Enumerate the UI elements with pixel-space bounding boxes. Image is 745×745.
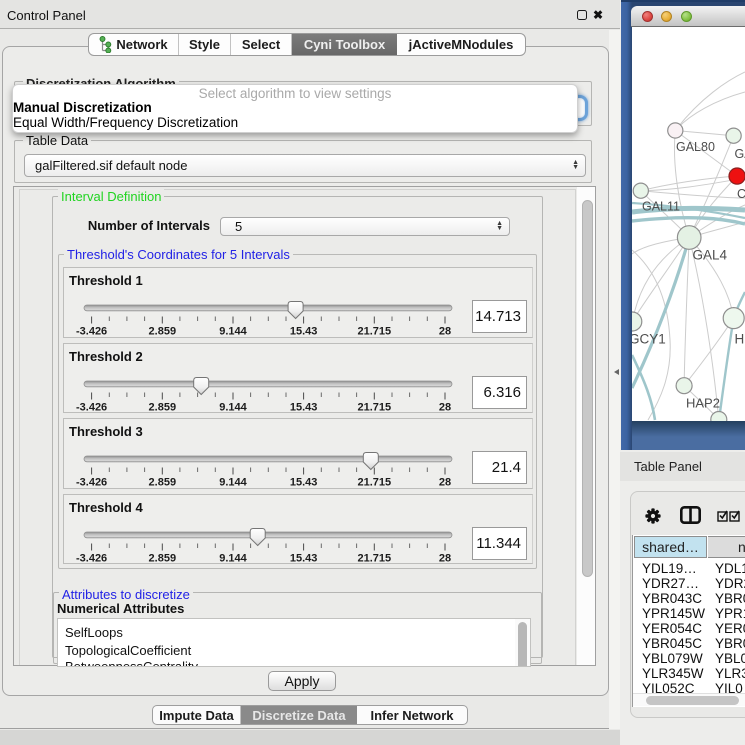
svg-text:GAL11: GAL11 [642,200,680,214]
svg-text:GAL80: GAL80 [676,140,715,154]
svg-text:21.715: 21.715 [357,401,391,413]
svg-text:28: 28 [439,477,451,489]
svg-text:-3.426: -3.426 [76,477,107,489]
svg-text:2.859: 2.859 [149,552,177,564]
svg-text:GA: GA [735,147,745,161]
svg-text:H: H [735,332,745,347]
svg-text:C: C [737,187,745,201]
svg-text:9.144: 9.144 [219,326,247,338]
svg-text:28: 28 [439,401,451,413]
svg-text:21.715: 21.715 [357,326,391,338]
svg-text:9.144: 9.144 [219,477,247,489]
svg-text:28: 28 [439,552,451,564]
svg-text:15.43: 15.43 [290,477,318,489]
svg-text:9.144: 9.144 [219,401,247,413]
svg-text:15.43: 15.43 [290,552,318,564]
svg-text:2.859: 2.859 [149,326,177,338]
svg-text:-3.426: -3.426 [76,552,107,564]
svg-text:2.859: 2.859 [149,401,177,413]
svg-text:HAP2: HAP2 [686,396,720,411]
svg-text:9.144: 9.144 [219,552,247,564]
svg-text:2.859: 2.859 [149,477,177,489]
svg-text:15.43: 15.43 [290,326,318,338]
svg-text:GCY1: GCY1 [632,332,666,347]
svg-text:21.715: 21.715 [357,477,391,489]
svg-text:GAL4: GAL4 [693,248,728,263]
svg-text:15.43: 15.43 [290,401,318,413]
svg-text:28: 28 [439,326,451,338]
svg-text:-3.426: -3.426 [76,326,107,338]
svg-text:21.715: 21.715 [357,552,391,564]
svg-text:-3.426: -3.426 [76,401,107,413]
